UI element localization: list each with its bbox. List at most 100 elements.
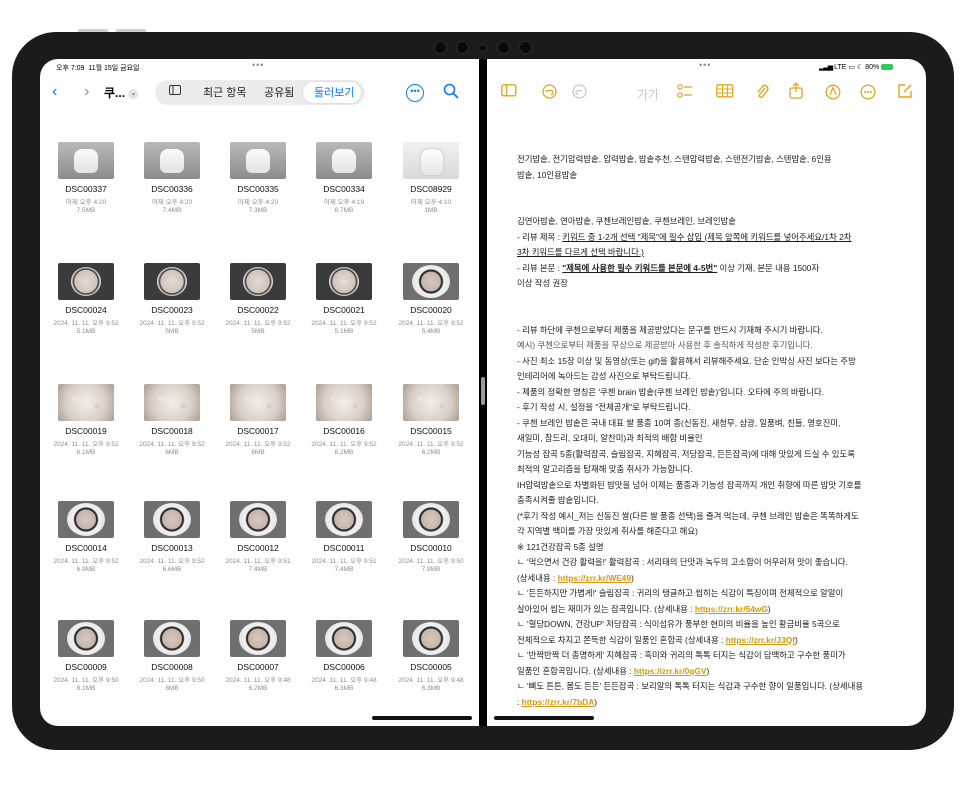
file-name: DSC00005 (410, 662, 452, 672)
note-line: ㄴ '반짝반짝 더 총명하게' 지혜잡곡 : 흑미와 귀리의 톡톡 터지는 식감… (517, 650, 846, 660)
battery-icon (881, 64, 894, 71)
tab-recents[interactable]: 최근 항목 (203, 84, 247, 100)
split-view-handle[interactable] (481, 377, 485, 405)
forward-chevron-icon[interactable]: › (84, 84, 89, 100)
file-size: 5.1MB (76, 328, 96, 335)
file-thumbnail[interactable] (144, 142, 200, 179)
file-thumbnail[interactable] (230, 620, 286, 657)
file-thumbnail[interactable] (58, 620, 114, 657)
note-line: (상세내용 : https://zrr.kr/WE49) (517, 572, 634, 583)
attachment-icon[interactable] (755, 83, 769, 102)
wifi-icon: ▭ (848, 64, 856, 71)
multitasking-dots-icon[interactable]: ••• (699, 60, 711, 70)
file-name: DSC08929 (410, 184, 452, 194)
file-thumbnail[interactable] (316, 263, 372, 300)
home-indicator[interactable] (372, 716, 472, 720)
multitasking-dots-icon[interactable]: ••• (252, 60, 264, 70)
file-thumbnail[interactable] (403, 142, 459, 179)
file-date: 2024. 11. 11. 오후 9:52 (311, 441, 377, 448)
file-name: DSC00014 (65, 543, 107, 553)
note-line: 이상 작성 권장 (517, 278, 568, 288)
file-size: 7.4MB (334, 566, 354, 573)
link[interactable]: https://zrr.kr/0qGV (634, 666, 707, 676)
file-thumbnail[interactable] (316, 620, 372, 657)
table-icon[interactable] (716, 84, 734, 100)
share-icon[interactable] (789, 82, 803, 101)
file-thumbnail[interactable] (316, 384, 372, 421)
redo-icon[interactable] (572, 84, 587, 101)
file-date: 2024. 11. 11. 오후 9:48 (311, 677, 377, 684)
volume-button (78, 29, 108, 32)
link[interactable]: https://zrr.kr/WE49 (558, 573, 632, 583)
file-thumbnail[interactable] (403, 620, 459, 657)
text-format-button[interactable]: 가가 (637, 86, 659, 103)
file-name: DSC00010 (410, 543, 452, 553)
file-date: 2024. 11. 11. 오후 9:52 (398, 441, 464, 448)
file-thumbnail[interactable] (58, 501, 114, 538)
note-line: ㄴ '혈당DOWN, 건강UP' 저당잡곡 : 식이섬유가 풍부한 현미의 비율… (517, 619, 840, 629)
file-size: 6.1MB (76, 449, 96, 456)
file-thumbnail[interactable] (230, 384, 286, 421)
sidebar-toggle-icon[interactable] (501, 84, 517, 99)
file-thumbnail[interactable] (230, 501, 286, 538)
back-chevron-icon[interactable]: ‹ (52, 84, 57, 100)
markup-icon[interactable] (825, 84, 841, 102)
file-thumbnail[interactable] (316, 142, 372, 179)
file-size: 6MB (165, 449, 179, 456)
volume-button (116, 29, 146, 32)
checklist-icon[interactable] (677, 84, 693, 101)
file-name: DSC00007 (237, 662, 279, 672)
file-name: DSC00024 (65, 305, 107, 315)
file-name: DSC00336 (151, 184, 193, 194)
file-thumbnail[interactable] (403, 384, 459, 421)
link[interactable]: https://zrr.kr/7bDA (522, 697, 595, 707)
file-date: 2024. 11. 11. 오후 9:52 (53, 320, 119, 327)
folder-title[interactable]: 쿠... ⌄ (104, 84, 139, 101)
file-size: 7.4MB (248, 566, 268, 573)
note-body[interactable]: 전기밥솥, 전기압력밥솥, 압력밥솥, 밥솥추천, 스텐압력밥솥, 스텐전기밥솥… (517, 152, 917, 710)
file-thumbnail[interactable] (58, 263, 114, 300)
file-name: DSC00013 (151, 543, 193, 553)
file-name: DSC00017 (237, 426, 279, 436)
file-thumbnail[interactable] (58, 142, 114, 179)
file-date: 2024. 11. 11. 오후 9:50 (139, 677, 205, 684)
file-size: 6.7MB (334, 207, 354, 214)
compose-icon[interactable] (897, 83, 913, 101)
file-date: 2024. 11. 11. 오후 9:48 (225, 677, 291, 684)
search-icon[interactable] (443, 83, 459, 104)
file-thumbnail[interactable] (144, 620, 200, 657)
note-line: - 쿠첸 브레인 밥솥은 국내 대표 쌀 품종 10여 종(신동진, 새청무, … (517, 417, 841, 428)
file-thumbnail[interactable] (144, 263, 200, 300)
notes-app-window: ••• ▂▃▅ LTE ▭ ☾ 80% 가가 전기밥솥, 전기압력밥솥, 압력밥… (487, 59, 926, 726)
status-indicators: ▂▃▅ LTE ▭ ☾ 80% (819, 63, 894, 71)
file-date: 2024. 11. 11. 오후 9:51 (225, 558, 291, 565)
link[interactable]: https://zrr.kr/J3Qf (726, 635, 795, 645)
more-options-icon[interactable] (860, 84, 876, 102)
file-thumbnail[interactable] (230, 142, 286, 179)
note-line: ㄴ '든든하지만 가볍게!' 슬림잡곡 : 귀리의 탱글하고 씹히는 식감이 특… (517, 588, 844, 598)
file-thumbnail[interactable] (403, 263, 459, 300)
file-thumbnail[interactable] (316, 501, 372, 538)
file-thumbnail[interactable] (144, 501, 200, 538)
sidebar-toggle-icon[interactable] (169, 85, 181, 98)
file-date: 2024. 11. 11. 오후 9:52 (53, 441, 119, 448)
home-indicator[interactable] (494, 716, 594, 720)
undo-icon[interactable] (542, 84, 557, 101)
tab-browse[interactable]: 둘러보기 (314, 84, 354, 100)
tab-shared[interactable]: 공유됨 (264, 84, 294, 100)
more-options-icon[interactable]: ••• (406, 84, 424, 102)
camera-sensor-icon (479, 44, 487, 52)
file-size: 1MB (424, 207, 438, 214)
link[interactable]: https://zrr.kr/54wG (695, 604, 768, 614)
file-date: 2024. 11. 11. 오후 9:52 (139, 441, 205, 448)
file-thumbnail[interactable] (230, 263, 286, 300)
file-size: 6.2MB (421, 449, 441, 456)
note-line: ※ 121건강잡곡 5종 설명 (517, 541, 604, 552)
note-line: 김연아밥솥, 연아밥솥, 쿠첸브레인밥솥, 쿠첸브레인, 브레인밥솥 (517, 216, 736, 226)
file-name: DSC00008 (151, 662, 193, 672)
file-name: DSC00334 (323, 184, 365, 194)
file-thumbnail[interactable] (144, 384, 200, 421)
file-thumbnail[interactable] (58, 384, 114, 421)
file-thumbnail[interactable] (403, 501, 459, 538)
chevron-down-icon[interactable]: ⌄ (128, 88, 139, 99)
